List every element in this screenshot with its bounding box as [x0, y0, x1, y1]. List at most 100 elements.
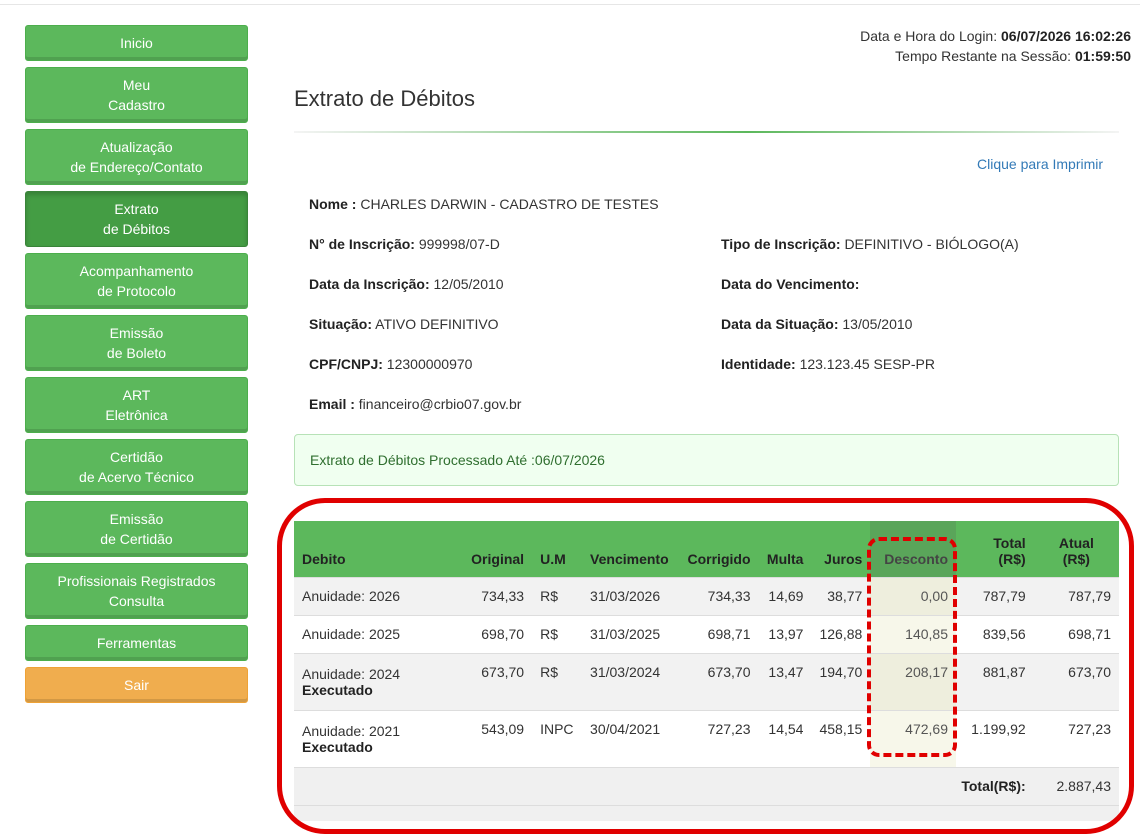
- field-data-situacao: Data da Situação: 13/05/2010: [721, 316, 912, 332]
- field-email: Email : financeiro@crbio07.gov.br: [309, 396, 521, 412]
- total-value: 2.887,43: [1033, 766, 1119, 805]
- col-corrigido: Corrigido: [676, 521, 759, 577]
- col-desconto: Desconto: [870, 521, 956, 577]
- sidebar-item-profissionais-registrados[interactable]: Profissionais Registrados Consulta: [25, 563, 248, 619]
- cell-juros: 38,77: [811, 576, 871, 615]
- cell-debito: Anuidade: 2021 Executado: [294, 709, 449, 767]
- field-email-label: Email :: [309, 396, 355, 412]
- cell-original: 734,33: [448, 576, 533, 615]
- cell-multa: 14,69: [758, 576, 812, 615]
- cell-atual: 673,70: [1033, 652, 1119, 710]
- session-remaining: Tempo Restante na Sessão: 01:59:50: [860, 46, 1131, 66]
- cell-vencimento: 31/03/2026: [582, 576, 677, 615]
- cell-vencimento: 31/03/2025: [582, 614, 677, 653]
- cell-juros: 458,15: [811, 709, 871, 767]
- cell-original: 543,09: [448, 709, 533, 767]
- login-datetime: Data e Hora do Login: 06/07/2026 16:02:2…: [860, 26, 1131, 46]
- table-row: Anuidade: 2021 Executado 543,09 INPC 30/…: [294, 709, 1119, 767]
- page-title: Extrato de Débitos: [294, 86, 475, 111]
- table-row: Anuidade: 2025 698,70 R$ 31/03/2025 698,…: [294, 614, 1119, 653]
- cell-multa: 13,97: [758, 614, 812, 653]
- sidebar-item-emissao-boleto[interactable]: Emissão de Boleto: [25, 315, 248, 371]
- cell-debito: Anuidade: 2026: [294, 576, 449, 615]
- print-link[interactable]: Clique para Imprimir: [977, 156, 1103, 172]
- sidebar-item-extrato-debitos[interactable]: Extrato de Débitos: [25, 191, 248, 247]
- field-cpf-value: 12300000970: [386, 356, 473, 372]
- cell-vencimento: 31/03/2024: [582, 652, 677, 710]
- cell-original: 698,70: [448, 614, 533, 653]
- field-data-situacao-value: 13/05/2010: [842, 316, 913, 332]
- table-row: Anuidade: 2024 Executado 673,70 R$ 31/03…: [294, 652, 1119, 710]
- cell-um: R$: [532, 652, 583, 710]
- field-data-vencimento: Data do Vencimento:: [721, 276, 859, 292]
- col-um: U.M: [532, 521, 583, 577]
- sidebar-item-acompanhamento-protocolo[interactable]: Acompanhamento de Protocolo: [25, 253, 248, 309]
- cell-debito-name: Anuidade: 2021: [302, 722, 401, 739]
- cell-debito: Anuidade: 2025: [294, 614, 449, 653]
- session-info: Data e Hora do Login: 06/07/2026 16:02:2…: [860, 26, 1131, 66]
- cell-um: R$: [532, 576, 583, 615]
- sidebar-item-emissao-certidao[interactable]: Emissão de Certidão: [25, 501, 248, 557]
- cell-corrigido: 734,33: [676, 576, 759, 615]
- col-total: Total (R$): [956, 521, 1034, 577]
- field-data-inscricao-label: Data da Inscrição:: [309, 276, 430, 292]
- col-atual-line2: (R$): [1062, 550, 1090, 567]
- field-nome-value: CHARLES DARWIN - CADASTRO DE TESTES: [360, 196, 659, 212]
- logout-button[interactable]: Sair: [25, 667, 248, 703]
- field-identidade-value: 123.123.45 SESP-PR: [799, 356, 935, 372]
- total-label: Total(R$):: [294, 766, 1034, 805]
- sidebar-item-certidao-acervo[interactable]: Certidão de Acervo Técnico: [25, 439, 248, 495]
- top-divider: [0, 4, 1140, 5]
- sidebar-item-ferramentas[interactable]: Ferramentas: [25, 625, 248, 661]
- cell-corrigido: 698,71: [676, 614, 759, 653]
- field-email-value: financeiro@crbio07.gov.br: [358, 396, 522, 412]
- field-cpf-label: CPF/CNPJ:: [309, 356, 383, 372]
- col-atual-line1: Atual: [1058, 534, 1094, 551]
- cell-juros: 194,70: [811, 652, 871, 710]
- table-header-row: Debito Original U.M Vencimento Corrigido…: [294, 521, 1119, 577]
- cell-vencimento: 30/04/2021: [582, 709, 677, 767]
- remaining-label: Tempo Restante na Sessão:: [895, 48, 1072, 64]
- col-debito: Debito: [294, 521, 449, 577]
- cell-original: 673,70: [448, 652, 533, 710]
- cell-atual: 787,79: [1033, 576, 1119, 615]
- field-data-inscricao: Data da Inscrição: 12/05/2010: [309, 276, 504, 292]
- field-nome-label: Nome :: [309, 196, 357, 212]
- debts-table: Debito Original U.M Vencimento Corrigido…: [294, 521, 1119, 821]
- cell-debito-name: Anuidade: 2024: [302, 665, 401, 682]
- table-footer-spacer: [294, 804, 1119, 821]
- sidebar-nav: Inicio Meu Cadastro Atualização de Ender…: [25, 25, 248, 709]
- title-divider: [294, 131, 1119, 133]
- col-atual: Atual (R$): [1033, 521, 1119, 577]
- field-situacao: Situação: ATIVO DEFINITIVO: [309, 316, 499, 332]
- processed-alert: Extrato de Débitos Processado Até :06/07…: [294, 434, 1119, 486]
- cell-atual: 698,71: [1033, 614, 1119, 653]
- remaining-value: 01:59:50: [1074, 48, 1131, 64]
- cell-corrigido: 673,70: [676, 652, 759, 710]
- field-inscricao-label: N° de Inscrição:: [309, 236, 415, 252]
- sidebar-item-art-eletronica[interactable]: ART Eletrônica: [25, 377, 248, 433]
- cell-total: 881,87: [956, 652, 1034, 710]
- cell-desconto: 208,17: [870, 652, 956, 710]
- field-situacao-label: Situação:: [309, 316, 373, 332]
- col-multa: Multa: [758, 521, 812, 577]
- field-identidade: Identidade: 123.123.45 SESP-PR: [721, 356, 935, 372]
- sidebar-item-inicio[interactable]: Inicio: [25, 25, 248, 61]
- field-inscricao-value: 999998/07-D: [418, 236, 500, 252]
- field-inscricao: N° de Inscrição: 999998/07-D: [309, 236, 500, 252]
- login-label: Data e Hora do Login:: [860, 28, 998, 44]
- field-nome: Nome : CHARLES DARWIN - CADASTRO DE TEST…: [309, 196, 659, 212]
- sidebar-item-atualizacao-endereco[interactable]: Atualização de Endereço/Contato: [25, 129, 248, 185]
- field-vencimento-label: Data do Vencimento:: [721, 276, 860, 292]
- cell-um: R$: [532, 614, 583, 653]
- cell-desconto: 0,00: [870, 576, 956, 615]
- field-identidade-label: Identidade:: [721, 356, 796, 372]
- col-original: Original: [448, 521, 533, 577]
- cell-desconto: 472,69: [870, 709, 956, 767]
- cell-multa: 13,47: [758, 652, 812, 710]
- sidebar-item-meu-cadastro[interactable]: Meu Cadastro: [25, 67, 248, 123]
- field-situacao-value: ATIVO DEFINITIVO: [375, 316, 499, 332]
- field-tipo-inscricao: Tipo de Inscrição: DEFINITIVO - BIÓLOGO(…: [721, 236, 1019, 252]
- cell-total: 787,79: [956, 576, 1034, 615]
- login-value: 06/07/2026 16:02:26: [1001, 28, 1131, 44]
